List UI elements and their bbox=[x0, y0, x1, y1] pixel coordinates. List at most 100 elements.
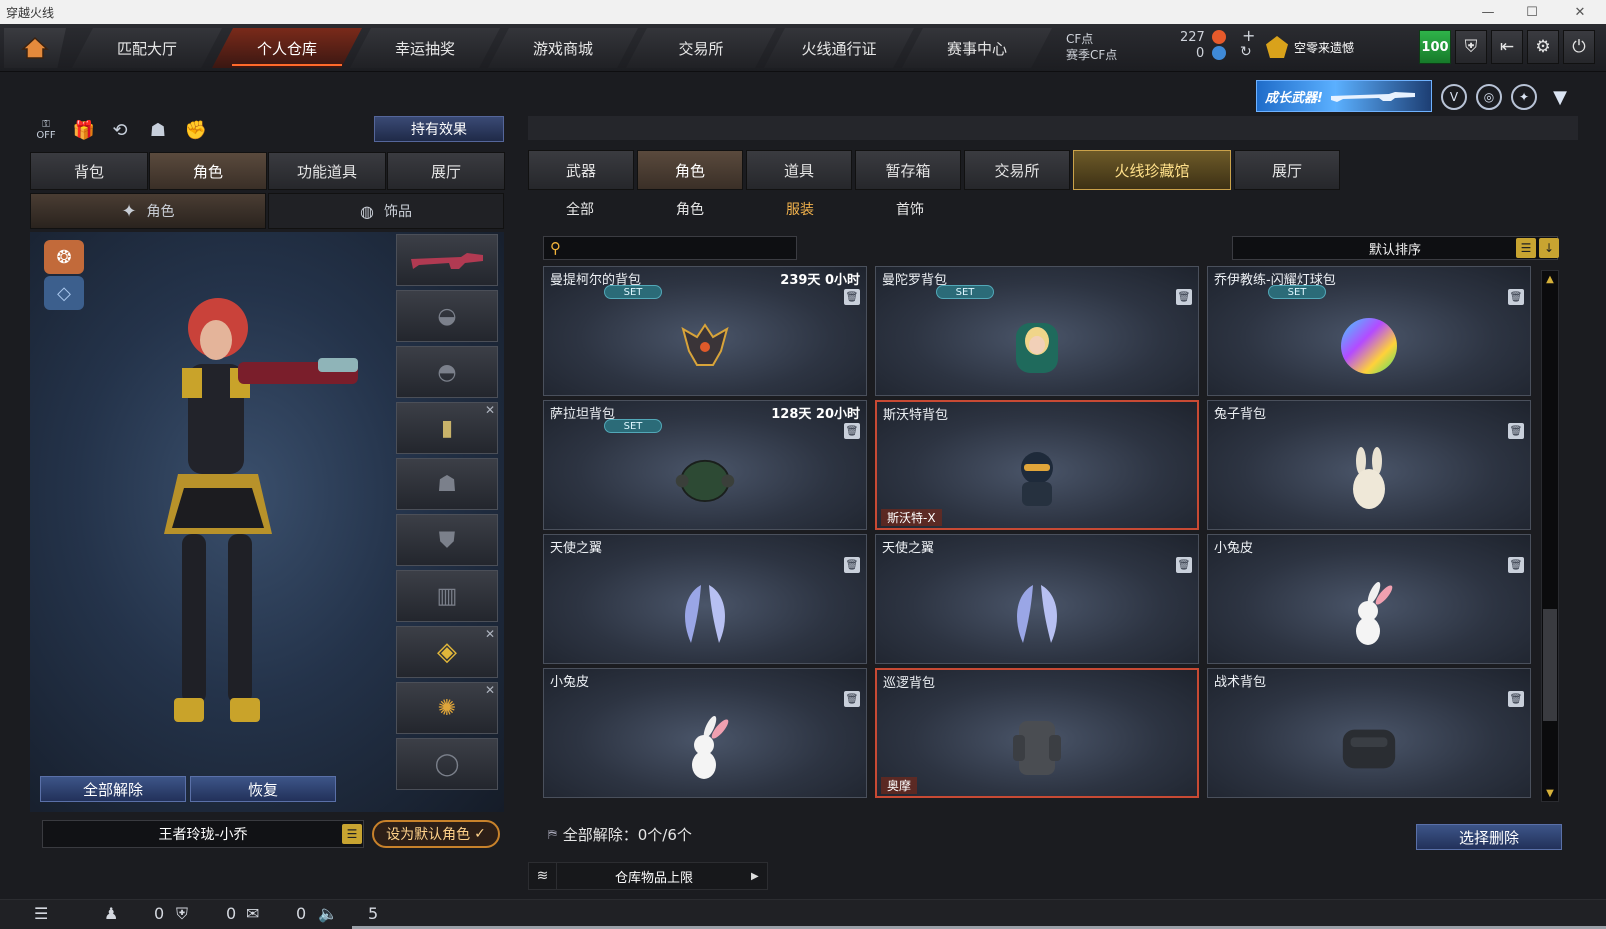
equip-slot-backpack[interactable]: ☗ bbox=[396, 458, 498, 510]
sort-arrow-down-icon[interactable]: ↓ bbox=[1539, 238, 1559, 258]
refresh-icon[interactable]: ↻ bbox=[1240, 44, 1252, 60]
item-card[interactable]: 战术背包 🗑 bbox=[1207, 668, 1531, 798]
trash-icon[interactable]: 🗑 bbox=[1508, 691, 1524, 707]
category-all[interactable]: 全部 bbox=[528, 199, 632, 221]
unequip-icon[interactable]: ✕ bbox=[485, 627, 495, 641]
tab-showroom-right[interactable]: 展厅 bbox=[1234, 150, 1340, 190]
unequip-icon[interactable]: ✕ bbox=[485, 683, 495, 697]
trash-icon[interactable]: 🗑 bbox=[1176, 557, 1192, 573]
trash-icon[interactable]: 🗑 bbox=[1508, 289, 1524, 305]
equip-slot-ring[interactable]: ◈ ✕ bbox=[396, 626, 498, 678]
friends-icon[interactable]: ♟ bbox=[104, 904, 118, 923]
list-view-icon[interactable]: ☰ bbox=[1516, 238, 1536, 258]
vip-badge-icon[interactable]: V bbox=[1441, 84, 1467, 110]
bulk-release-row[interactable]: ⛿ 全部解除：0个/6个 bbox=[548, 824, 692, 845]
equip-slot-glasses[interactable]: ◓ bbox=[396, 346, 498, 398]
holding-effect-button[interactable]: 持有效果 bbox=[374, 116, 504, 142]
trash-icon[interactable]: 🗑 bbox=[1508, 423, 1524, 439]
nav-tab-battle-pass[interactable]: 火线通行证 bbox=[764, 28, 914, 68]
category-clothing[interactable]: 服装 bbox=[748, 199, 852, 221]
equip-slot-weapon[interactable] bbox=[396, 234, 498, 286]
role-switch-icon[interactable]: ◇ bbox=[44, 276, 84, 310]
tab-collection-hall[interactable]: 火线珍藏馆 bbox=[1073, 150, 1231, 190]
equip-slot-pants[interactable]: ▥ bbox=[396, 570, 498, 622]
chat-bubble-icon[interactable]: ✉ bbox=[246, 904, 259, 923]
subtab-accessories[interactable]: ◍ 饰品 bbox=[268, 193, 504, 229]
equip-slot-radio[interactable]: ▮ ✕ bbox=[396, 402, 498, 454]
item-card[interactable]: 斯沃特背包 斯沃特-X bbox=[875, 400, 1199, 530]
tab-function-items[interactable]: 功能道具 bbox=[268, 152, 386, 190]
character-role-badge-icon[interactable]: ❂ bbox=[44, 240, 84, 274]
unequip-icon[interactable]: ✕ bbox=[485, 403, 495, 417]
fist-icon[interactable]: ✊ bbox=[182, 118, 210, 142]
scroll-down-icon[interactable]: ▼ bbox=[1544, 787, 1556, 799]
tab-showroom[interactable]: 展厅 bbox=[387, 152, 505, 190]
trash-icon[interactable]: 🗑 bbox=[844, 557, 860, 573]
item-scrollbar[interactable]: ▲ ▼ bbox=[1541, 270, 1559, 802]
item-card[interactable]: 乔伊教练-闪耀灯球包 SET 🗑 bbox=[1207, 266, 1531, 396]
nav-tab-exchange[interactable]: 交易所 bbox=[626, 28, 776, 68]
trash-icon[interactable]: 🗑 bbox=[844, 423, 860, 439]
menu-list-icon[interactable]: ☰ bbox=[34, 904, 48, 923]
tab-roles[interactable]: 角色 bbox=[637, 150, 743, 190]
category-jewelry[interactable]: 首饰 bbox=[858, 199, 962, 221]
nav-tab-lucky-draw[interactable]: 幸运抽奖 bbox=[350, 28, 500, 68]
item-card[interactable]: 小兔皮 🗑 bbox=[1207, 534, 1531, 664]
release-all-button[interactable]: 全部解除 bbox=[40, 776, 186, 802]
speaker-icon[interactable]: 🔈 bbox=[318, 904, 338, 923]
search-input[interactable]: ⚲ bbox=[543, 236, 797, 260]
trash-icon[interactable]: 🗑 bbox=[1508, 557, 1524, 573]
expand-arrow-icon[interactable]: ▶ bbox=[751, 871, 767, 882]
shield-icon[interactable]: ⛨ bbox=[1455, 30, 1487, 64]
equip-slot-badge[interactable]: ✺ ✕ bbox=[396, 682, 498, 734]
scroll-thumb[interactable] bbox=[1543, 609, 1557, 721]
minimize-icon[interactable]: — bbox=[1468, 0, 1508, 24]
nav-tab-personal-storage[interactable]: 个人仓库 bbox=[212, 28, 362, 68]
equip-slot-accessory[interactable]: ◯ bbox=[396, 738, 498, 790]
character-list-menu-icon[interactable]: ☰ bbox=[342, 824, 362, 844]
subtab-character[interactable]: ✦ 角色 bbox=[30, 193, 266, 229]
item-card[interactable]: 天使之翼 🗑 bbox=[543, 534, 867, 664]
character-icon[interactable]: ☗ bbox=[144, 118, 172, 142]
equip-slot-hat[interactable]: ◒ bbox=[396, 290, 498, 342]
v-emblem-icon[interactable]: ▼ bbox=[1547, 84, 1573, 110]
globe-icon[interactable]: ◎ bbox=[1476, 84, 1502, 110]
select-delete-button[interactable]: 选择删除 bbox=[1416, 824, 1562, 850]
exit-room-icon[interactable]: ⇤ bbox=[1491, 30, 1523, 64]
shield-status-icon[interactable]: ⛨ bbox=[176, 904, 188, 924]
maximize-icon[interactable]: ☐ bbox=[1512, 0, 1552, 24]
tab-character[interactable]: 角色 bbox=[149, 152, 267, 190]
item-card[interactable]: 曼陀罗背包 SET 🗑 bbox=[875, 266, 1199, 396]
gift-icon[interactable]: 🎁 bbox=[70, 118, 98, 142]
trash-icon[interactable]: 🗑 bbox=[844, 691, 860, 707]
item-card[interactable]: 萨拉坦背包 128天 20小时 SET 🗑 bbox=[543, 400, 867, 530]
growth-weapon-banner[interactable]: 成长武器! bbox=[1256, 80, 1432, 112]
character-preview[interactable]: ❂ ◇ ◒ ◓ ▮ ✕ ☗ ⛊ ▥ ◈ ✕ ✺ ✕ ◯ bbox=[30, 232, 504, 812]
restore-button[interactable]: 恢复 bbox=[190, 776, 336, 802]
tab-backpack[interactable]: 背包 bbox=[30, 152, 148, 190]
power-icon[interactable]: ⏻ bbox=[1563, 30, 1595, 64]
tab-exchange[interactable]: 交易所 bbox=[964, 150, 1070, 190]
scroll-up-icon[interactable]: ▲ bbox=[1544, 273, 1556, 285]
home-button[interactable] bbox=[4, 28, 66, 68]
tab-temp-box[interactable]: 暂存箱 bbox=[855, 150, 961, 190]
item-card[interactable]: 巡逻背包 奥摩 bbox=[875, 668, 1199, 798]
category-role[interactable]: 角色 bbox=[638, 199, 742, 221]
rocket-icon[interactable]: ✦ bbox=[1511, 84, 1537, 110]
nav-tab-events[interactable]: 赛事中心 bbox=[902, 28, 1052, 68]
sort-dropdown[interactable]: 默认排序 bbox=[1232, 236, 1558, 260]
toggle-off-icon[interactable]: ⚿ OFF bbox=[32, 118, 60, 142]
trash-icon[interactable]: 🗑 bbox=[1176, 289, 1192, 305]
trash-icon[interactable]: 🗑 bbox=[844, 289, 860, 305]
set-default-character-button[interactable]: 设为默认角色 ✓ bbox=[372, 820, 500, 848]
tab-items[interactable]: 道具 bbox=[746, 150, 852, 190]
history-icon[interactable]: ⟲ bbox=[106, 118, 134, 142]
character-name-field[interactable]: 王者玲珑-小乔 bbox=[42, 820, 364, 848]
close-icon[interactable]: ✕ bbox=[1560, 0, 1600, 24]
storage-limit-bar[interactable]: ≋ 仓库物品上限 ▶ bbox=[528, 862, 768, 890]
tab-weapons[interactable]: 武器 bbox=[528, 150, 634, 190]
item-card[interactable]: 兔子背包 🗑 bbox=[1207, 400, 1531, 530]
add-cf-icon[interactable]: + bbox=[1242, 26, 1255, 45]
nav-tab-game-store[interactable]: 游戏商城 bbox=[488, 28, 638, 68]
item-card[interactable]: 天使之翼 🗑 bbox=[875, 534, 1199, 664]
